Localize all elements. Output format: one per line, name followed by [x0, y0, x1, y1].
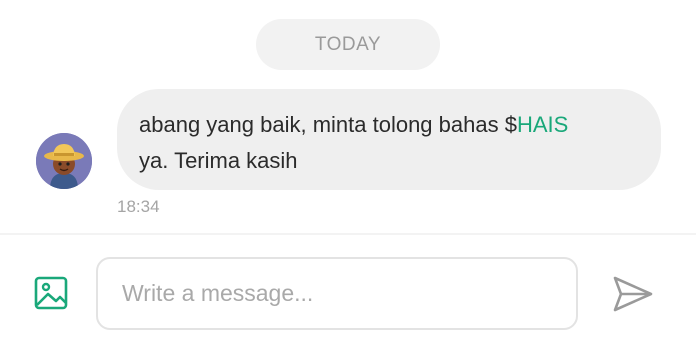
date-separator: TODAY	[256, 19, 440, 70]
message-bubble[interactable]: abang yang baik, minta tolong bahas $HAI…	[117, 89, 661, 190]
attach-image-button[interactable]	[34, 276, 68, 310]
ticker-link[interactable]: HAIS	[517, 112, 568, 137]
message-timestamp: 18:34	[117, 197, 160, 216]
image-icon	[34, 276, 68, 310]
message-composer	[0, 235, 696, 339]
message-input[interactable]	[98, 259, 576, 328]
message-text: abang yang baik, minta tolong bahas $	[139, 112, 517, 137]
farmer-avatar-icon	[36, 133, 92, 189]
date-label: TODAY	[314, 33, 382, 55]
send-button[interactable]	[612, 275, 654, 313]
message-text-continued: ya. Terima kasih	[139, 148, 298, 173]
message-input-container[interactable]	[96, 257, 578, 330]
chat-area: TODAY abang yang baik, minta tolong baha…	[0, 0, 696, 233]
sender-avatar[interactable]	[36, 133, 92, 189]
send-icon	[613, 276, 653, 312]
